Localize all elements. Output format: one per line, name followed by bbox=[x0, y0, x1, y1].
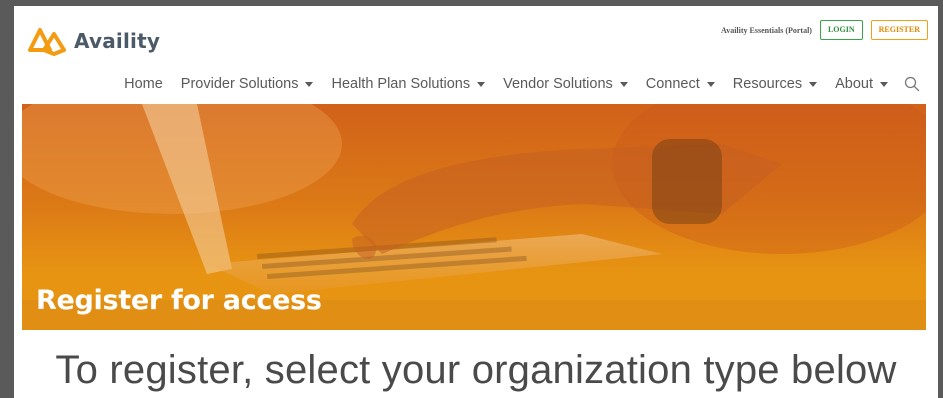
hero-banner: Register for access bbox=[22, 104, 926, 330]
nav-item-vendor-solutions[interactable]: Vendor Solutions bbox=[503, 76, 628, 92]
caret-down-icon bbox=[305, 81, 314, 87]
utility-bar: Availity Essentials (Portal) LOGIN REGIS… bbox=[721, 20, 928, 40]
nav-item-about[interactable]: About bbox=[835, 76, 888, 92]
login-button[interactable]: LOGIN bbox=[819, 20, 863, 40]
nav-item-label: Vendor Solutions bbox=[503, 76, 613, 92]
nav-item-label: Connect bbox=[645, 76, 700, 92]
availity-logo[interactable]: Availity bbox=[26, 24, 160, 58]
nav-item-home[interactable]: Home bbox=[124, 76, 163, 92]
caret-down-icon bbox=[809, 81, 818, 87]
nav-item-label: Health Plan Solutions bbox=[331, 76, 471, 92]
page: Availity Availity Essentials (Portal) LO… bbox=[14, 6, 938, 398]
caret-down-icon bbox=[706, 81, 715, 87]
nav-item-label: Provider Solutions bbox=[180, 76, 299, 92]
main-nav: Home Provider Solutions Health Plan Solu… bbox=[106, 76, 920, 92]
register-button[interactable]: REGISTER bbox=[870, 20, 928, 40]
caret-down-icon bbox=[477, 81, 486, 87]
nav-item-provider-solutions[interactable]: Provider Solutions bbox=[181, 76, 314, 92]
nav-item-label: Home bbox=[124, 76, 163, 92]
hero-title: Register for access bbox=[36, 285, 322, 316]
portal-link[interactable]: Availity Essentials (Portal) bbox=[721, 26, 812, 35]
nav-item-label: About bbox=[835, 76, 873, 92]
brand-name: Availity bbox=[74, 29, 161, 53]
nav-item-resources[interactable]: Resources bbox=[732, 76, 818, 92]
search-icon[interactable] bbox=[904, 76, 920, 92]
availity-logo-mark-icon bbox=[28, 28, 66, 56]
page-subheading: To register, select your organization ty… bbox=[55, 348, 897, 392]
nav-item-connect[interactable]: Connect bbox=[646, 76, 715, 92]
caret-down-icon bbox=[619, 81, 628, 87]
site-header: Availity Availity Essentials (Portal) LO… bbox=[14, 6, 938, 104]
nav-item-health-plan-solutions[interactable]: Health Plan Solutions bbox=[331, 76, 486, 92]
nav-item-label: Resources bbox=[732, 76, 803, 92]
caret-down-icon bbox=[880, 81, 888, 87]
